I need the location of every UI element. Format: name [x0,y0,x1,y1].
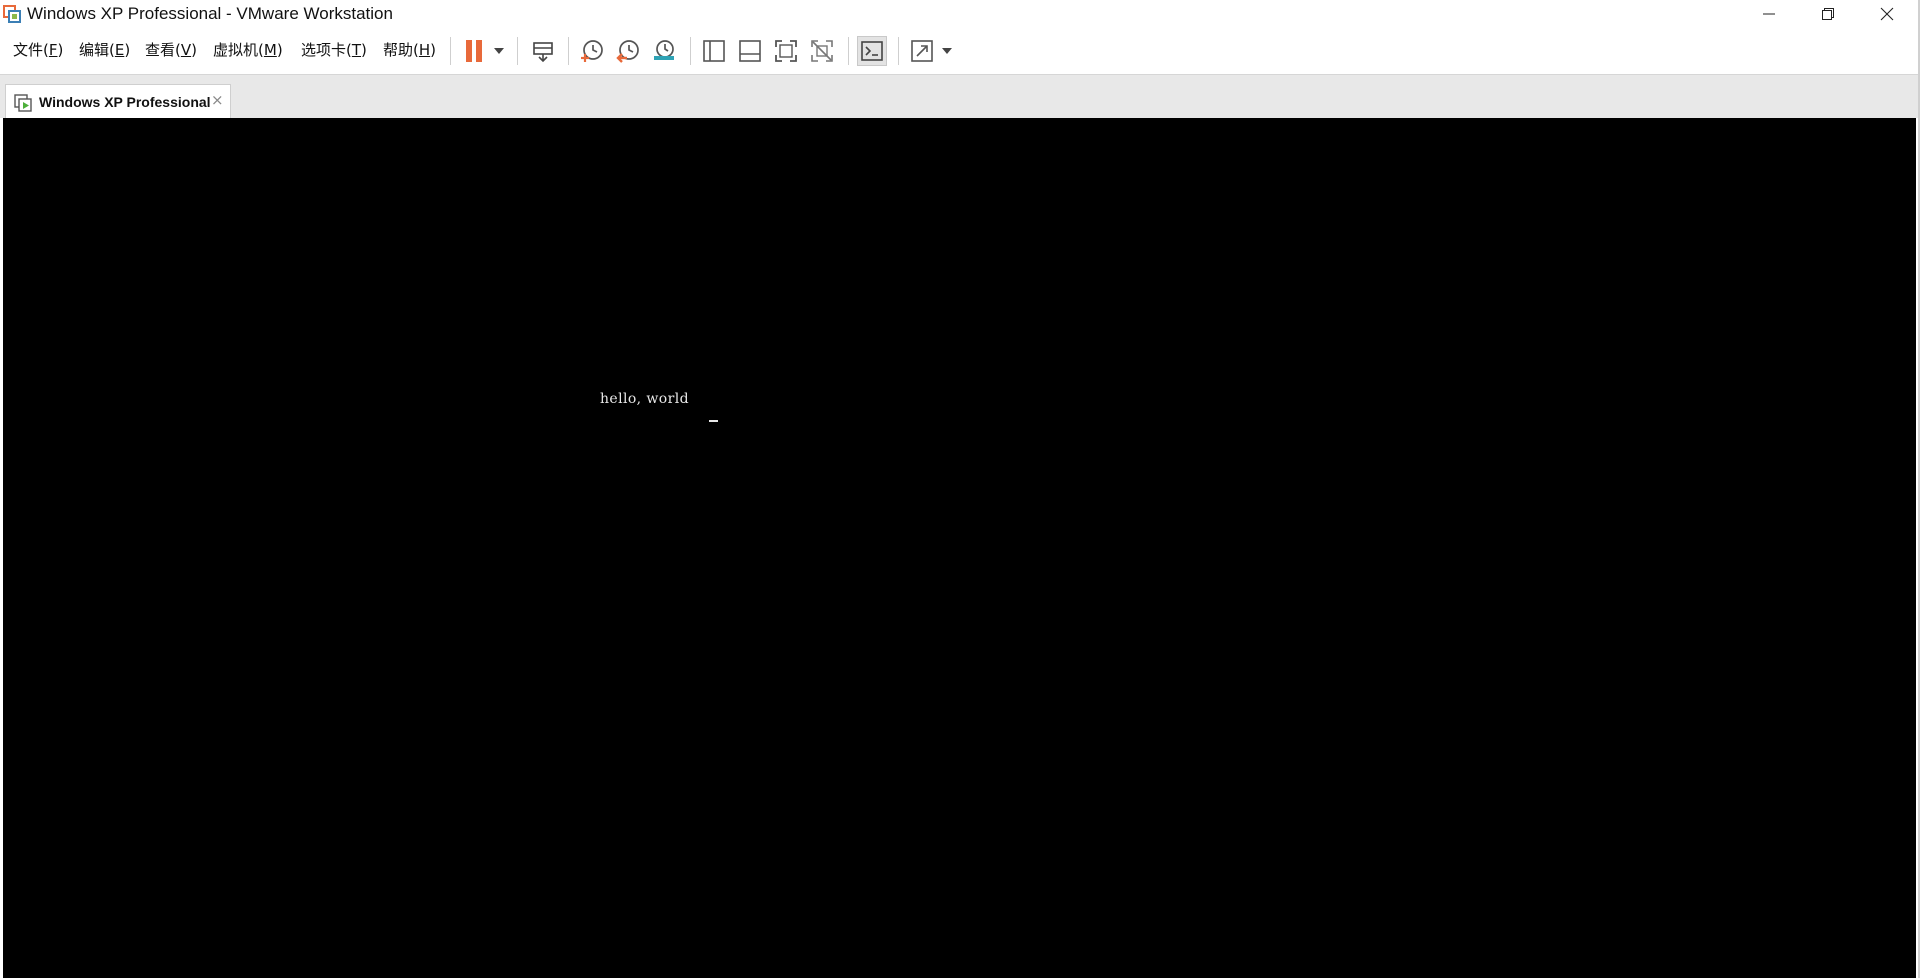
minimize-button[interactable] [1740,0,1798,28]
menu-file-close: ) [57,41,64,59]
revert-snapshot-button[interactable] [613,36,643,66]
menu-tabs-label: 选项卡( [301,41,352,59]
toolbar-separator [848,37,849,65]
stretch-guest-icon [911,40,933,62]
vmware-window: Windows XP Professional - VMware Worksta… [0,0,1920,978]
vm-running-icon [14,94,32,112]
toolbar-separator [450,37,451,65]
full-screen-button[interactable] [771,36,801,66]
toolbar-separator [690,37,691,65]
menu-help-close: ) [430,41,436,59]
unity-icon [811,40,833,62]
menu-file-key: F [48,41,58,59]
library-view-icon [703,40,725,62]
pause-button[interactable] [459,36,489,66]
take-snapshot-icon [581,40,603,62]
menu-view-label: 查看( [145,41,181,59]
menu-vm-close: ) [276,41,283,59]
revert-snapshot-icon [616,40,639,63]
console-view-button[interactable] [857,36,887,66]
menu-toolbar: 文件(F) 编辑(E) 查看(V) 虚拟机(M) 选项卡(T) 帮助(H) [0,28,1918,74]
send-ctrl-alt-del-button[interactable] [528,36,558,66]
menu-view-close: ) [191,41,197,59]
menu-vm-label: 虚拟机( [213,41,264,59]
menu-help-key: H [418,41,431,59]
menu-edit-key: E [114,41,125,59]
tab-label: Windows XP Professional [39,94,211,110]
power-dropdown-arrow[interactable] [494,48,504,54]
toolbar-separator [568,37,569,65]
snapshot-manager-button[interactable] [649,36,679,66]
window-title: Windows XP Professional - VMware Worksta… [27,4,393,23]
menu-help-label: 帮助( [383,41,419,59]
snapshot-manager-icon [654,40,674,60]
take-snapshot-button[interactable] [577,36,607,66]
menu-edit-close: ) [124,41,131,59]
thumbnail-bar-icon [739,40,761,62]
stretch-dropdown-arrow[interactable] [942,48,952,54]
restore-button[interactable] [1799,0,1857,28]
menu-help[interactable]: 帮助(H) [383,41,436,59]
menu-edit[interactable]: 编辑(E) [79,41,130,59]
unity-button[interactable] [807,36,837,66]
pause-icon [466,40,482,62]
menu-view-key: V [180,41,192,59]
title-bar: Windows XP Professional - VMware Worksta… [0,0,1918,28]
thumbnail-bar-button[interactable] [735,36,765,66]
text-cursor [709,420,718,422]
close-icon [1880,7,1894,21]
library-view-button[interactable] [699,36,729,66]
toolbar-separator [517,37,518,65]
full-screen-icon [775,40,797,62]
vm-console-screen[interactable]: hello, world [3,118,1916,978]
minimize-icon [1763,13,1775,15]
tab-windows-xp[interactable]: Windows XP Professional × [5,84,231,119]
menu-tabs-close: ) [361,41,367,59]
menu-edit-label: 编辑( [79,41,115,59]
tab-close-button[interactable]: × [211,92,224,108]
close-button[interactable] [1858,0,1916,28]
menu-vm[interactable]: 虚拟机(M) [213,41,283,59]
toolbar-separator [898,37,899,65]
stretch-guest-button[interactable] [907,36,937,66]
console-view-icon [861,41,883,61]
send-ctrl-alt-del-icon [533,42,553,63]
menu-view[interactable]: 查看(V) [145,41,197,59]
menu-vm-key: M [263,41,277,59]
tab-strip: Windows XP Professional × [0,74,1918,119]
menu-tabs[interactable]: 选项卡(T) [301,41,367,59]
restore-icon [1822,8,1834,20]
menu-file-label: 文件( [13,41,49,59]
menu-tabs-key: T [351,41,362,59]
console-output: hello, world [600,391,689,407]
vmware-app-icon [3,5,21,23]
menu-file[interactable]: 文件(F) [13,41,63,59]
